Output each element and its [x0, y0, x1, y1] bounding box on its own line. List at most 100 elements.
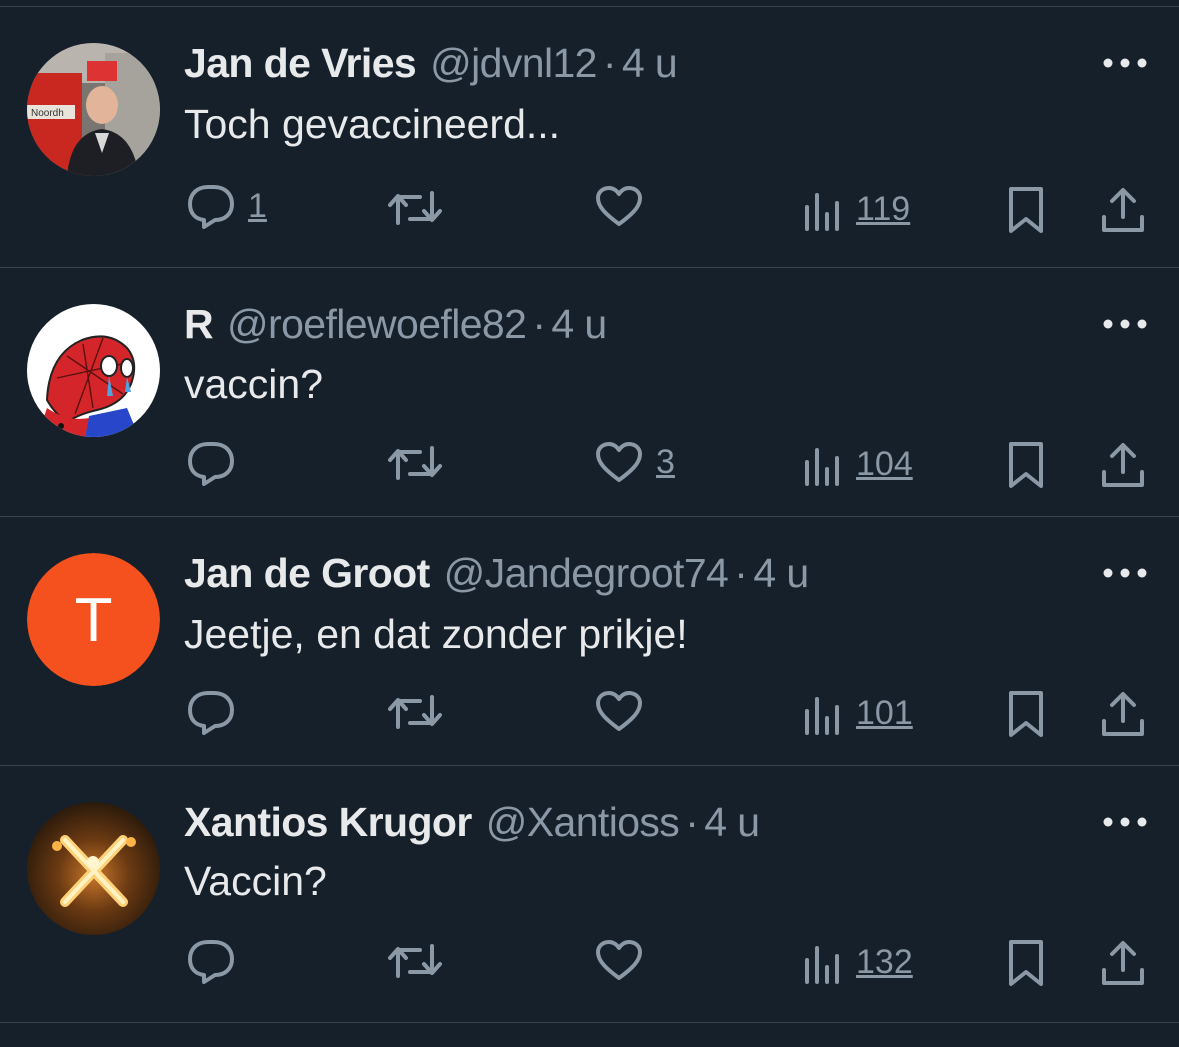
reply-button[interactable]: [186, 440, 248, 486]
reply-icon: [188, 940, 234, 984]
share-button[interactable]: [1100, 185, 1146, 235]
display-name[interactable]: Jan de Groot: [184, 550, 430, 596]
tweet[interactable]: Noordh Jan de Vries @jdvnl12 · 4 u Toch gev…: [0, 7, 1179, 268]
tweet-header: Jan de Groot @Jandegroot74 · 4 u: [184, 549, 809, 599]
share-button[interactable]: [1100, 440, 1146, 490]
timestamp[interactable]: 4 u: [551, 301, 607, 347]
separator: ·: [734, 550, 748, 596]
separator: ·: [602, 40, 617, 86]
more-dots-icon: [1103, 319, 1147, 329]
svg-text:Noordh: Noordh: [31, 108, 64, 119]
more-dots-icon: [1103, 817, 1147, 827]
like-button[interactable]: [594, 184, 656, 228]
avatar-letter: T: [75, 586, 113, 655]
reply-icon: [188, 442, 234, 486]
letter-avatar-icon: T: [27, 553, 160, 686]
view-count: 101: [856, 693, 913, 732]
retweet-button[interactable]: [386, 691, 456, 733]
share-button[interactable]: [1100, 938, 1146, 988]
bookmark-button[interactable]: [1006, 689, 1046, 739]
more-options-button[interactable]: [1098, 563, 1152, 583]
share-icon: [1102, 941, 1144, 985]
separator: ·: [685, 799, 699, 845]
like-button[interactable]: 3: [594, 440, 675, 484]
avatar[interactable]: [27, 802, 160, 935]
views-button[interactable]: 132: [802, 940, 913, 984]
bookmark-button[interactable]: [1006, 938, 1046, 988]
separator: ·: [532, 301, 546, 347]
timestamp[interactable]: 4 u: [753, 550, 809, 596]
view-count: 132: [856, 942, 913, 981]
bookmark-icon: [1009, 691, 1043, 737]
reply-icon: [188, 185, 234, 229]
retweet-button[interactable]: [386, 187, 456, 229]
tweet-header: R @roeflewoefle82 · 4 u: [184, 300, 607, 350]
heart-icon: [596, 940, 642, 980]
views-chart-icon: [805, 193, 839, 231]
avatar[interactable]: Noordh: [27, 43, 160, 176]
tweet[interactable]: R @roeflewoefle82 · 4 u vaccin? 3 104: [0, 268, 1179, 517]
bookmark-button[interactable]: [1006, 185, 1046, 235]
display-name[interactable]: Jan de Vries: [184, 40, 417, 86]
more-options-button[interactable]: [1098, 812, 1152, 832]
bookmark-icon: [1009, 187, 1043, 233]
avatar[interactable]: [27, 304, 160, 437]
share-icon: [1102, 692, 1144, 736]
like-count: 3: [656, 442, 675, 481]
more-options-button[interactable]: [1098, 314, 1152, 334]
heart-icon: [596, 186, 642, 226]
reply-button[interactable]: [186, 938, 248, 984]
tweet[interactable]: Xantios Krugor @Xantioss · 4 u Vaccin? 132: [0, 766, 1179, 1023]
fiery-x-icon: [27, 802, 160, 935]
user-handle[interactable]: @roeflewoefle82: [227, 301, 527, 347]
user-handle[interactable]: @Xantioss: [486, 799, 680, 845]
person-photo-icon: Noordh: [27, 43, 160, 176]
tweet-header: Xantios Krugor @Xantioss · 4 u: [184, 798, 760, 848]
like-button[interactable]: [594, 689, 656, 733]
views-chart-icon: [805, 448, 839, 486]
more-dots-icon: [1103, 568, 1147, 578]
display-name[interactable]: R: [184, 301, 214, 347]
tweet-text: Vaccin?: [184, 858, 327, 904]
retweet-icon: [388, 944, 442, 978]
retweet-icon: [388, 191, 442, 225]
bookmark-icon: [1009, 442, 1043, 488]
reply-feed: Noordh Jan de Vries @jdvnl12 · 4 u Toch gev…: [0, 0, 1179, 1047]
view-count: 119: [856, 189, 911, 228]
avatar[interactable]: T: [27, 553, 160, 686]
bookmark-icon: [1009, 940, 1043, 986]
bookmark-button[interactable]: [1006, 440, 1046, 490]
views-chart-icon: [805, 697, 839, 735]
views-button[interactable]: 101: [802, 691, 913, 735]
reply-icon: [188, 691, 234, 735]
share-icon: [1102, 443, 1144, 487]
reply-button[interactable]: [186, 689, 248, 735]
user-handle[interactable]: @jdvnl12: [430, 40, 597, 86]
views-button[interactable]: 119: [802, 187, 910, 231]
retweet-button[interactable]: [386, 442, 456, 484]
tweet-text: vaccin?: [184, 361, 324, 407]
tweet-text: Jeetje, en dat zonder prikje!: [184, 611, 688, 657]
user-handle[interactable]: @Jandegroot74: [444, 550, 729, 596]
tweet-text: Toch gevaccineerd...: [184, 101, 561, 147]
views-button[interactable]: 104: [802, 442, 913, 486]
tweet[interactable]: T Jan de Groot @Jandegroot74 · 4 u Jeetje, …: [0, 517, 1179, 766]
tweet-header: Jan de Vries @jdvnl12 · 4 u: [184, 39, 678, 89]
heart-icon: [596, 691, 642, 731]
share-icon: [1102, 188, 1144, 232]
display-name[interactable]: Xantios Krugor: [184, 799, 472, 845]
view-count: 104: [856, 444, 913, 483]
retweet-icon: [388, 446, 442, 480]
retweet-button[interactable]: [386, 940, 456, 982]
views-chart-icon: [805, 946, 839, 984]
more-options-button[interactable]: [1098, 53, 1152, 73]
timestamp[interactable]: 4 u: [704, 799, 760, 845]
reply-count: 1: [248, 186, 267, 225]
reply-button[interactable]: 1: [186, 183, 267, 229]
crying-spiderman-icon: [27, 304, 160, 437]
heart-icon: [596, 442, 642, 482]
timestamp[interactable]: 4 u: [622, 40, 678, 86]
like-button[interactable]: [594, 938, 656, 982]
retweet-icon: [388, 695, 442, 729]
share-button[interactable]: [1100, 689, 1146, 739]
